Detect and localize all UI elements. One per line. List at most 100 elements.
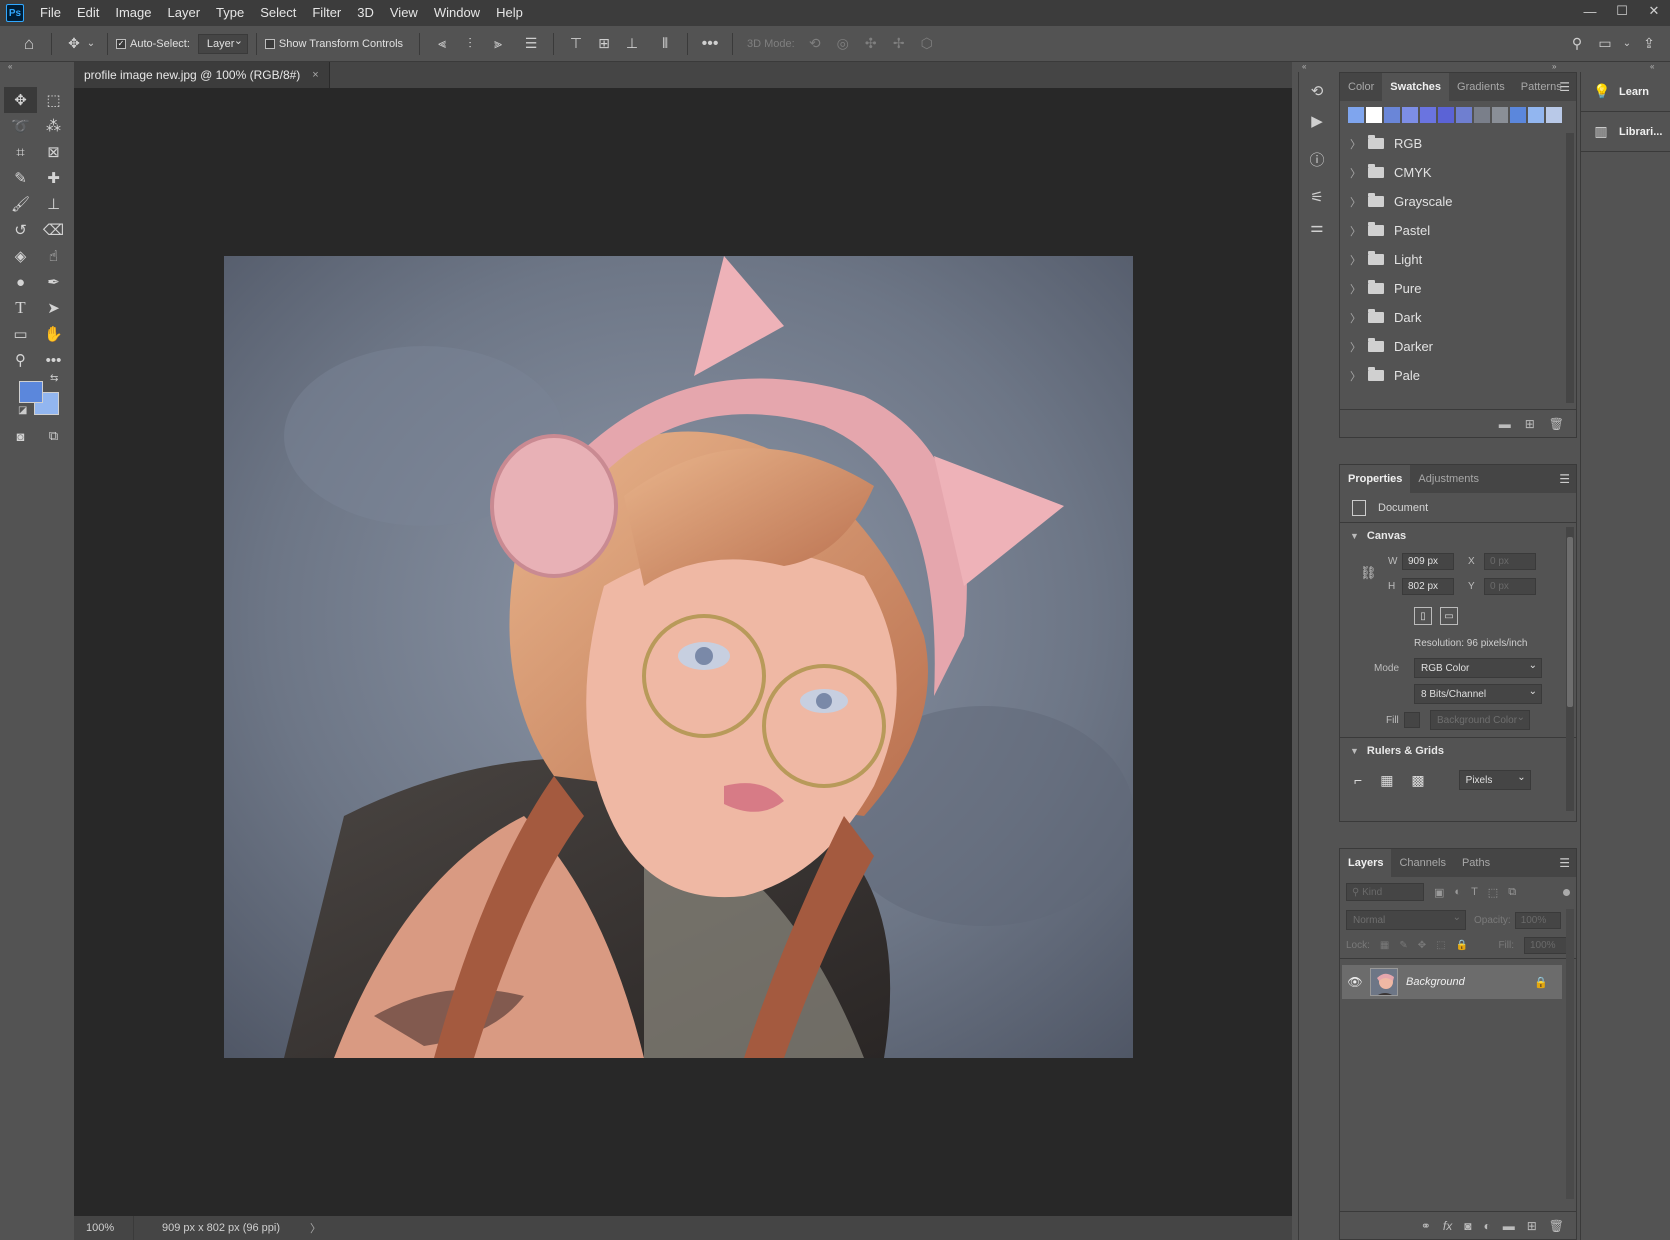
menu-help[interactable]: Help xyxy=(488,0,531,26)
width-input[interactable]: 909 px xyxy=(1402,553,1454,570)
swatch-chip[interactable] xyxy=(1366,107,1382,123)
menu-view[interactable]: View xyxy=(382,0,426,26)
minimize-button[interactable]: — xyxy=(1574,0,1606,22)
swatch-chip[interactable] xyxy=(1438,107,1454,123)
actions-play-icon[interactable]: ▶ xyxy=(1299,106,1335,136)
swatch-group-row[interactable]: 〉 Pale xyxy=(1340,361,1576,390)
portrait-orientation-icon[interactable]: ▯ xyxy=(1414,607,1432,625)
healing-brush-tool-icon[interactable]: ✚ xyxy=(37,165,70,191)
ruler-icon[interactable]: ⌐ xyxy=(1354,772,1362,788)
tab-properties[interactable]: Properties xyxy=(1340,465,1411,493)
eye-icon[interactable]: 👁 xyxy=(1342,975,1368,989)
auto-select-option[interactable]: ✓ Auto-Select: xyxy=(116,38,190,50)
swatches-scrollbar[interactable] xyxy=(1566,133,1574,403)
lock-transparency-icon[interactable]: ▦ xyxy=(1380,940,1389,951)
height-input[interactable]: 802 px xyxy=(1402,578,1454,595)
swatch-group-row[interactable]: 〉 Darker xyxy=(1340,332,1576,361)
swatch-group-row[interactable]: 〉 Pure xyxy=(1340,274,1576,303)
lasso-tool-icon[interactable]: ➰ xyxy=(4,113,37,139)
swatch-chip[interactable] xyxy=(1546,107,1562,123)
align-left-icon[interactable]: ⫷ xyxy=(431,33,453,55)
fx-icon[interactable]: fx xyxy=(1443,1219,1452,1233)
chevron-down-icon[interactable]: ⌄ xyxy=(1622,33,1632,55)
collapse-panels-icon[interactable]: » xyxy=(1552,62,1556,71)
search-icon[interactable]: ⚲ xyxy=(1566,33,1588,55)
eraser-tool-icon[interactable]: ⌫ xyxy=(37,217,70,243)
paint-bucket-tool-icon[interactable]: ◈ xyxy=(4,243,37,269)
swatch-chip[interactable] xyxy=(1402,107,1418,123)
history-brush-tool-icon[interactable]: ↺ xyxy=(4,217,37,243)
swatch-group-row[interactable]: 〉 Dark xyxy=(1340,303,1576,332)
panel-menu-icon[interactable]: ☰ xyxy=(1559,80,1570,94)
panel-menu-icon[interactable]: ☰ xyxy=(1559,856,1570,870)
swatch-chip[interactable] xyxy=(1348,107,1364,123)
hand-tool-icon[interactable]: ✋ xyxy=(37,321,70,347)
menu-select[interactable]: Select xyxy=(252,0,304,26)
menu-3d[interactable]: 3D xyxy=(349,0,382,26)
new-swatch-icon[interactable]: ⊞ xyxy=(1525,417,1535,431)
new-layer-icon[interactable]: ⊞ xyxy=(1527,1219,1537,1233)
menu-image[interactable]: Image xyxy=(107,0,159,26)
swatch-chip[interactable] xyxy=(1420,107,1436,123)
align-top-icon[interactable]: ⊤ xyxy=(565,33,587,55)
more-options-icon[interactable]: ••• xyxy=(699,33,721,55)
path-selection-tool-icon[interactable]: ➤ xyxy=(37,295,70,321)
new-group-icon[interactable]: ▬ xyxy=(1503,1219,1515,1233)
new-group-folder-icon[interactable]: ▬ xyxy=(1499,417,1511,431)
filter-toggle-icon[interactable] xyxy=(1563,888,1570,896)
grid-icon[interactable]: ▦ xyxy=(1380,772,1393,789)
swatch-group-row[interactable]: 〉 CMYK xyxy=(1340,158,1576,187)
chevron-right-icon[interactable]: 〉 xyxy=(1350,194,1362,210)
zoom-level[interactable]: 100% xyxy=(74,1216,134,1240)
tab-color[interactable]: Color xyxy=(1340,73,1382,101)
lock-artboard-icon[interactable]: ⬚ xyxy=(1436,940,1445,951)
magic-wand-tool-icon[interactable]: ⁂ xyxy=(37,113,70,139)
move-tool-preset-icon[interactable]: ✥ xyxy=(63,33,85,55)
close-tab-icon[interactable]: × xyxy=(312,69,318,81)
chevron-right-icon[interactable]: 〉 xyxy=(1350,281,1362,297)
distribute-horizontal-icon[interactable]: ⦀ xyxy=(654,33,676,55)
tab-adjustments[interactable]: Adjustments xyxy=(1410,465,1487,493)
dodge-tool-icon[interactable]: ● xyxy=(4,269,37,295)
tab-layers[interactable]: Layers xyxy=(1340,849,1392,877)
menu-window[interactable]: Window xyxy=(426,0,488,26)
history-icon[interactable]: ⟲ xyxy=(1299,76,1335,106)
brush-tool-icon[interactable]: 🖌 xyxy=(4,191,37,217)
chevron-down-icon[interactable]: ⌄ xyxy=(86,33,96,55)
swatch-chip[interactable] xyxy=(1492,107,1508,123)
panel-menu-icon[interactable]: ☰ xyxy=(1559,472,1570,486)
add-mask-icon[interactable]: ◙ xyxy=(1464,1219,1471,1233)
close-button[interactable]: ✕ xyxy=(1638,0,1670,22)
swatch-chip[interactable] xyxy=(1528,107,1544,123)
smudge-tool-icon[interactable]: ☝ xyxy=(37,243,70,269)
mode-dropdown[interactable]: RGB Color xyxy=(1414,658,1542,678)
swatch-group-row[interactable]: 〉 Pastel xyxy=(1340,216,1576,245)
properties-scrollbar[interactable] xyxy=(1566,527,1574,811)
auto-select-target-dropdown[interactable]: Layer xyxy=(197,33,248,54)
delete-swatch-icon[interactable]: 🗑 xyxy=(1549,417,1564,431)
delete-layer-icon[interactable]: 🗑 xyxy=(1549,1219,1564,1233)
link-layers-icon[interactable]: ⚭ xyxy=(1421,1219,1431,1233)
menu-edit[interactable]: Edit xyxy=(69,0,107,26)
lock-all-icon[interactable]: 🔒 xyxy=(1456,940,1468,951)
menu-filter[interactable]: Filter xyxy=(304,0,349,26)
link-dimensions-icon[interactable]: ⛓ xyxy=(1360,565,1377,581)
collapse-learn-icon[interactable]: « xyxy=(1650,62,1654,71)
document-tab[interactable]: profile image new.jpg @ 100% (RGB/8#) × xyxy=(74,62,330,88)
menu-layer[interactable]: Layer xyxy=(160,0,209,26)
swatch-chip[interactable] xyxy=(1510,107,1526,123)
type-tool-icon[interactable]: T xyxy=(4,295,37,321)
swatch-chip[interactable] xyxy=(1384,107,1400,123)
distribute-vertical-icon[interactable]: ☰ xyxy=(520,33,542,55)
align-middle-icon[interactable]: ⊞ xyxy=(593,33,615,55)
share-icon[interactable]: ⇪ xyxy=(1638,33,1660,55)
brush-settings-icon[interactable]: ⚟ xyxy=(1299,182,1335,212)
chevron-right-icon[interactable]: 〉 xyxy=(1350,252,1362,268)
bit-depth-dropdown[interactable]: 8 Bits/Channel xyxy=(1414,684,1542,704)
tab-swatches[interactable]: Swatches xyxy=(1382,73,1450,101)
default-colors-icon[interactable]: ◪ xyxy=(18,405,27,416)
pen-tool-icon[interactable]: ✒ xyxy=(37,269,70,295)
align-right-icon[interactable]: ⫸ xyxy=(487,33,509,55)
properties-scroll-thumb[interactable] xyxy=(1567,537,1573,707)
clone-stamp-tool-icon[interactable]: ⊥ xyxy=(37,191,70,217)
